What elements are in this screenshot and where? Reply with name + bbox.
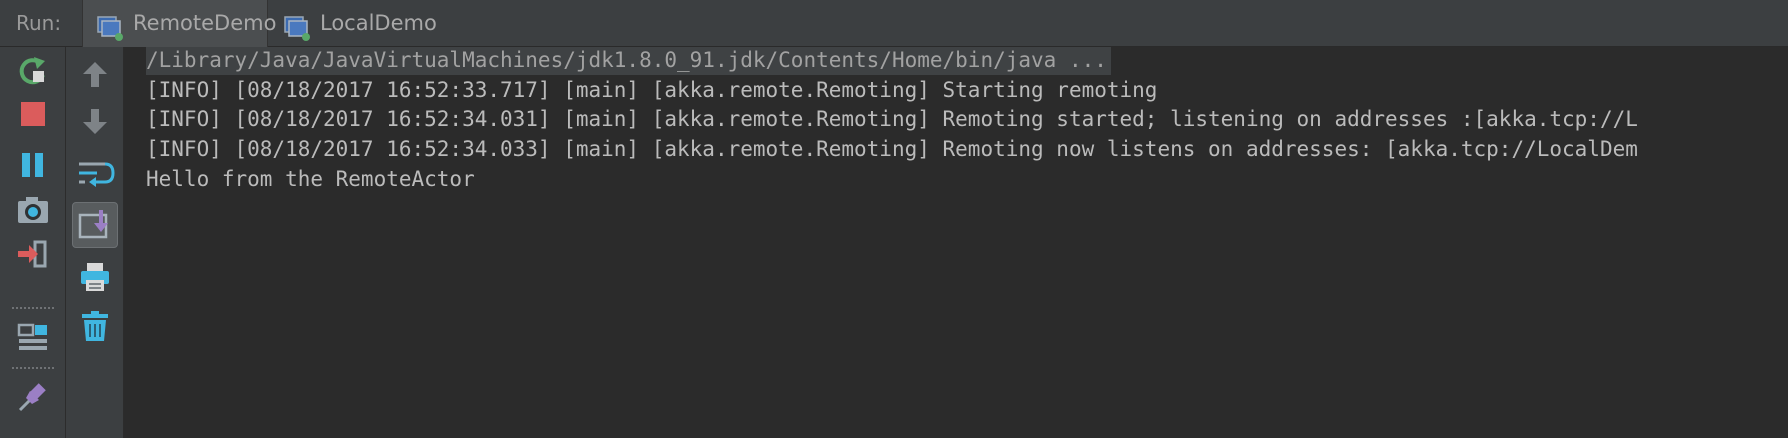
- trash-icon[interactable]: [75, 306, 115, 346]
- console-command-line[interactable]: /Library/Java/JavaVirtualMachines/jdk1.8…: [146, 47, 1111, 75]
- scroll-to-end-icon[interactable]: [75, 205, 115, 245]
- layout-icon[interactable]: [13, 317, 53, 357]
- tab-label: RemoteDemo: [133, 11, 277, 35]
- run-config-icon: [97, 11, 123, 41]
- run-config-icon: [284, 11, 310, 41]
- arrow-up-icon[interactable]: [75, 55, 115, 95]
- pin-icon[interactable]: [13, 377, 53, 417]
- console-line: [INFO] [08/18/2017 16:52:34.033] [main] …: [146, 137, 1638, 161]
- rerun-icon[interactable]: [13, 51, 53, 91]
- stop-icon[interactable]: [13, 94, 53, 134]
- exit-icon[interactable]: [13, 234, 53, 274]
- run-tool-window: Run: RemoteDemo LocalDemo /Library/Java/…: [0, 0, 1788, 438]
- soft-wrap-icon[interactable]: [75, 153, 115, 193]
- console-line: Hello from the RemoteActor: [146, 167, 475, 191]
- toolbar-separator: [12, 367, 54, 369]
- tab-local-demo[interactable]: LocalDemo: [270, 0, 440, 47]
- run-label: Run:: [16, 11, 62, 35]
- run-toolbar-secondary: [66, 47, 124, 438]
- console-line: [INFO] [08/18/2017 16:52:33.717] [main] …: [146, 78, 1158, 102]
- console-output[interactable]: /Library/Java/JavaVirtualMachines/jdk1.8…: [124, 47, 1788, 438]
- print-icon[interactable]: [75, 257, 115, 297]
- pause-icon[interactable]: [13, 145, 53, 185]
- camera-icon[interactable]: [13, 190, 53, 230]
- arrow-down-icon[interactable]: [75, 101, 115, 141]
- run-toolbar-primary: [0, 47, 66, 438]
- console-line: [INFO] [08/18/2017 16:52:34.031] [main] …: [146, 107, 1638, 131]
- toolbar-separator: [12, 307, 54, 309]
- tab-label: LocalDemo: [320, 11, 437, 35]
- run-tab-bar: Run: RemoteDemo LocalDemo: [0, 0, 1788, 47]
- tab-remote-demo[interactable]: RemoteDemo: [82, 0, 276, 47]
